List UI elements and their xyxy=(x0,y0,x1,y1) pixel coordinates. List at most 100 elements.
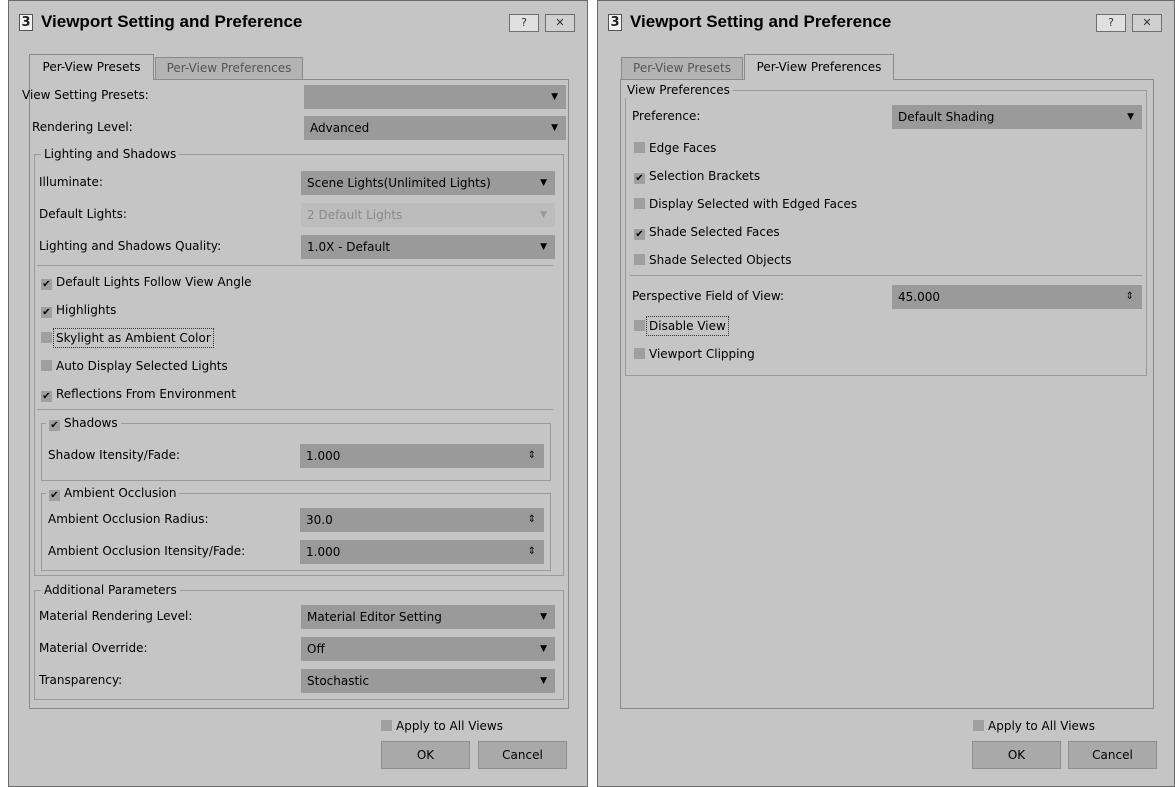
display-selected-edged-checkbox[interactable]: Display Selected with Edged Faces xyxy=(634,197,857,211)
tab-per-view-presets[interactable]: Per-View Presets xyxy=(621,57,743,79)
checkbox-checked-icon: ✔ xyxy=(41,279,52,290)
chevron-down-icon: ▼ xyxy=(540,612,547,622)
checkbox-unchecked-icon xyxy=(634,198,645,209)
default-lights-label: Default Lights: xyxy=(39,207,127,221)
checkbox-label: Default Lights Follow View Angle xyxy=(56,275,252,289)
title-bar[interactable]: 3 Viewport Setting and Preference ? ✕ xyxy=(9,1,587,41)
view-setting-presets-label: View Setting Presets: xyxy=(22,88,149,102)
spinner-arrows-icon: ⇕ xyxy=(1125,291,1134,302)
checkbox-checked-icon: ✔ xyxy=(41,391,52,402)
spinner-arrows-icon: ⇕ xyxy=(527,450,536,461)
checkbox-label: Display Selected with Edged Faces xyxy=(649,197,858,211)
help-button[interactable]: ? xyxy=(509,14,539,32)
tab-per-view-preferences[interactable]: Per-View Preferences xyxy=(744,54,894,80)
help-button[interactable]: ? xyxy=(1096,14,1126,32)
checkbox-label: Shade Selected Faces xyxy=(649,225,780,239)
preference-label: Preference: xyxy=(632,109,701,123)
ambient-occlusion-checkbox[interactable]: ✔ Ambient Occlusion xyxy=(46,485,180,501)
checkbox-label: Shadows xyxy=(64,416,118,430)
default-lights-follow-checkbox[interactable]: ✔ Default Lights Follow View Angle xyxy=(41,275,252,290)
checkbox-label: Edge Faces xyxy=(649,141,717,155)
rendering-level-dropdown[interactable]: Advanced ▼ xyxy=(304,116,566,140)
shadow-intensity-label: Shadow Itensity/Fade: xyxy=(48,448,181,462)
chevron-down-icon: ▼ xyxy=(551,92,558,102)
lighting-quality-label: Lighting and Shadows Quality: xyxy=(39,239,222,253)
additional-parameters-group: Additional Parameters Material Rendering… xyxy=(34,582,564,700)
shadows-group: ✔ Shadows Shadow Itensity/Fade: 1.000 ⇕ xyxy=(41,415,551,481)
apply-all-views-checkbox[interactable]: Apply to All Views xyxy=(381,719,503,733)
perspective-fov-label: Perspective Field of View: xyxy=(632,289,785,303)
cancel-button[interactable]: Cancel xyxy=(1068,741,1157,769)
checkbox-label: Highlights xyxy=(56,303,117,317)
viewport-settings-dialog-presets: 3 Viewport Setting and Preference ? ✕ Pe… xyxy=(8,0,588,787)
checkbox-checked-icon: ✔ xyxy=(41,307,52,318)
reflections-environment-checkbox[interactable]: ✔ Reflections From Environment xyxy=(41,387,236,402)
shadow-intensity-spinner[interactable]: 1.000 ⇕ xyxy=(300,444,544,468)
close-button[interactable]: ✕ xyxy=(1132,14,1162,32)
default-lights-dropdown[interactable]: 2 Default Lights ▼ xyxy=(301,203,555,227)
checkbox-unchecked-icon xyxy=(634,320,645,331)
checkbox-unchecked-icon xyxy=(41,332,52,343)
checkbox-checked-icon: ✔ xyxy=(634,173,645,184)
view-preferences-group: View Preferences Preference: Default Sha… xyxy=(624,82,1147,376)
illuminate-label: Illuminate: xyxy=(39,175,103,189)
skylight-ambient-checkbox[interactable]: Skylight as Ambient Color xyxy=(41,328,214,348)
checkbox-unchecked-icon xyxy=(973,720,984,731)
apply-all-views-checkbox[interactable]: Apply to All Views xyxy=(973,719,1095,733)
transparency-dropdown[interactable]: Stochastic ▼ xyxy=(301,669,555,693)
ao-intensity-spinner[interactable]: 1.000 ⇕ xyxy=(300,540,544,564)
material-override-dropdown[interactable]: Off ▼ xyxy=(301,637,555,661)
checkbox-label: Ambient Occlusion xyxy=(64,486,177,500)
preferences-panel: View Preferences Preference: Default Sha… xyxy=(620,79,1154,709)
checkbox-checked-icon: ✔ xyxy=(49,420,60,431)
close-button[interactable]: ✕ xyxy=(545,14,575,32)
checkbox-label: Disable View xyxy=(646,316,729,336)
perspective-fov-value: 45.000 xyxy=(898,290,940,304)
tab-per-view-preferences[interactable]: Per-View Preferences xyxy=(155,57,303,79)
rendering-level-value: Advanced xyxy=(310,121,370,135)
spinner-arrows-icon: ⇕ xyxy=(527,514,536,525)
spinner-arrows-icon: ⇕ xyxy=(527,546,536,557)
rendering-level-label: Rendering Level: xyxy=(32,120,133,134)
viewport-clipping-checkbox[interactable]: Viewport Clipping xyxy=(634,347,755,361)
ao-intensity-value: 1.000 xyxy=(306,545,341,559)
selection-brackets-checkbox[interactable]: ✔ Selection Brackets xyxy=(634,169,760,184)
preference-value: Default Shading xyxy=(898,110,995,124)
dialog-title: Viewport Setting and Preference xyxy=(41,12,303,31)
view-setting-presets-dropdown[interactable]: ▼ xyxy=(304,85,566,109)
app-3ds-icon: 3 xyxy=(19,14,33,31)
title-bar[interactable]: 3 Viewport Setting and Preference ? ✕ xyxy=(598,1,1174,41)
checkbox-label: Selection Brackets xyxy=(649,169,761,183)
separator xyxy=(37,409,553,410)
illuminate-dropdown[interactable]: Scene Lights(Unlimited Lights) ▼ xyxy=(301,171,555,195)
ao-intensity-label: Ambient Occlusion Itensity/Fade: xyxy=(48,544,246,558)
checkbox-checked-icon: ✔ xyxy=(634,229,645,240)
lighting-quality-dropdown[interactable]: 1.0X - Default ▼ xyxy=(301,235,555,259)
shadows-checkbox[interactable]: ✔ Shadows xyxy=(46,415,121,431)
shade-selected-faces-checkbox[interactable]: ✔ Shade Selected Faces xyxy=(634,225,780,240)
auto-display-lights-checkbox[interactable]: Auto Display Selected Lights xyxy=(41,359,228,373)
chevron-down-icon: ▼ xyxy=(540,676,547,686)
ao-radius-spinner[interactable]: 30.0 ⇕ xyxy=(300,508,544,532)
perspective-fov-spinner[interactable]: 45.000 ⇕ xyxy=(892,285,1142,309)
checkbox-unchecked-icon xyxy=(634,254,645,265)
checkbox-label: Viewport Clipping xyxy=(649,347,755,361)
transparency-value: Stochastic xyxy=(307,674,370,688)
highlights-checkbox[interactable]: ✔ Highlights xyxy=(41,303,116,318)
material-rendering-level-label: Material Rendering Level: xyxy=(39,609,193,623)
ok-button[interactable]: OK xyxy=(972,741,1061,769)
ok-button[interactable]: OK xyxy=(381,741,470,769)
checkbox-label: Skylight as Ambient Color xyxy=(53,328,214,348)
shade-selected-objects-checkbox[interactable]: Shade Selected Objects xyxy=(634,253,792,267)
cancel-button[interactable]: Cancel xyxy=(478,741,567,769)
chevron-down-icon: ▼ xyxy=(1127,112,1134,122)
preference-dropdown[interactable]: Default Shading ▼ xyxy=(892,105,1142,129)
checkbox-unchecked-icon xyxy=(634,142,645,153)
transparency-label: Transparency: xyxy=(39,673,123,687)
viewport-settings-dialog-preferences: 3 Viewport Setting and Preference ? ✕ Pe… xyxy=(597,0,1175,787)
tab-per-view-presets[interactable]: Per-View Presets xyxy=(29,54,154,80)
additional-parameters-legend: Additional Parameters xyxy=(41,582,180,598)
disable-view-checkbox[interactable]: Disable View xyxy=(634,316,729,336)
edge-faces-checkbox[interactable]: Edge Faces xyxy=(634,141,716,155)
material-rendering-level-dropdown[interactable]: Material Editor Setting ▼ xyxy=(301,605,555,629)
